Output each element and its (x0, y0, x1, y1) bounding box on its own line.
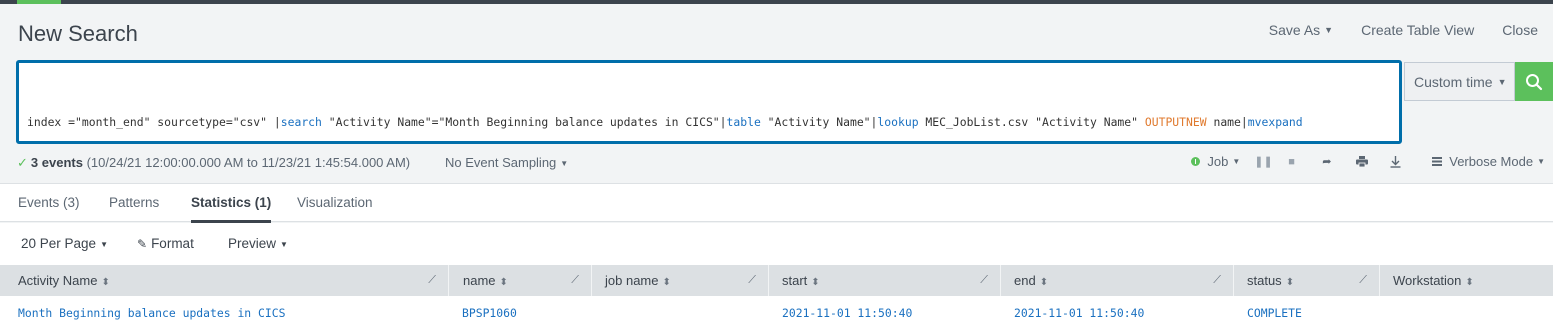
search-button[interactable] (1515, 62, 1553, 101)
results-tabs: Events (3) Patterns Statistics (1) Visua… (0, 184, 1553, 223)
share-icon[interactable]: ➦ (1322, 155, 1342, 168)
job-menu-label: Job (1207, 154, 1229, 169)
edit-column-icon[interactable]: ⟋ (980, 265, 988, 296)
preview-label: Preview (228, 236, 277, 251)
tab-statistics[interactable]: Statistics (1) (191, 195, 272, 223)
column-header-label: job name (605, 273, 659, 288)
caret-down-icon: ▼ (1232, 157, 1241, 166)
table-header: Activity Name ⬍ ⟋ name ⬍ ⟋ job name ⬍ ⟋ start ⬍… (0, 265, 1553, 296)
save-as-menu[interactable]: Save As ▼ (1241, 22, 1333, 38)
search-icon (1526, 73, 1543, 90)
per-page-label: 20 Per Page (21, 236, 97, 251)
table-row: Month Beginning balance updates in CICS … (0, 296, 1553, 329)
cell-name[interactable]: BPSP1060 (462, 306, 517, 320)
search-keyword: search (280, 115, 322, 129)
column-header-activity-name[interactable]: Activity Name ⬍ ⟋ (0, 265, 449, 296)
sort-icon: ⬍ (1465, 277, 1474, 288)
column-header-name[interactable]: name ⬍ ⟋ (449, 265, 592, 296)
tab-events[interactable]: Events (3) (18, 195, 80, 210)
search-query-editor[interactable]: index ="month_end" sourcetype="csv" |sea… (16, 60, 1402, 144)
pause-icon[interactable]: ❚❚ (1254, 155, 1274, 168)
column-header-workstation[interactable]: Workstation ⬍ (1380, 265, 1553, 296)
create-table-view-button[interactable]: Create Table View (1361, 22, 1474, 38)
column-header-label: Workstation (1393, 273, 1462, 288)
event-count-status: ✓ 3 events (10/24/21 12:00:00.000 AM to 1… (17, 155, 410, 171)
search-keyword: OUTPUTNEW (1144, 115, 1207, 129)
sort-icon: ⬍ (662, 277, 671, 288)
search-text: name| (1206, 115, 1248, 129)
close-button[interactable]: Close (1502, 22, 1538, 38)
caret-down-icon: ▼ (1537, 157, 1545, 166)
event-count: 3 events (30, 155, 83, 170)
tab-visualization[interactable]: Visualization (297, 195, 373, 210)
cell-activity-name[interactable]: Month Beginning balance updates in CICS (18, 306, 285, 320)
format-menu[interactable]: ✎ Format (137, 236, 194, 251)
cell-start[interactable]: 2021-11-01 11:50:40 (782, 306, 912, 320)
sort-icon: ⬍ (101, 277, 110, 288)
search-text: index ="month_end" sourcetype="csv" | (27, 115, 281, 129)
caret-down-icon: ▼ (1324, 25, 1334, 35)
tab-patterns[interactable]: Patterns (109, 195, 159, 210)
edit-column-icon[interactable]: ⟋ (428, 265, 436, 296)
sort-icon: ⬍ (811, 277, 820, 288)
stop-icon[interactable]: ■ (1288, 156, 1308, 168)
search-keyword: table (726, 115, 761, 129)
edit-column-icon[interactable]: ⟋ (748, 265, 756, 296)
column-header-label: Activity Name (18, 273, 98, 288)
event-sampling-menu[interactable]: No Event Sampling ▼ (445, 155, 568, 170)
app-top-bar-highlight (17, 0, 61, 4)
column-header-status[interactable]: status ⬍ ⟋ (1234, 265, 1380, 296)
search-mode-label: Verbose Mode (1449, 154, 1534, 169)
event-time-range: (10/24/21 12:00:00.000 AM to 11/23/21 1:… (86, 155, 411, 170)
export-icon[interactable] (1390, 155, 1410, 168)
caret-down-icon: ▼ (560, 159, 569, 168)
list-icon (1432, 157, 1443, 166)
search-keyword: mvexpand (1247, 115, 1303, 129)
column-header-label: start (782, 273, 808, 288)
checkmark-icon: ✓ (17, 155, 28, 170)
column-header-start[interactable]: start ⬍ ⟋ (769, 265, 1001, 296)
search-text: "Activity Name"="Month Beginning balance… (321, 115, 727, 129)
job-controls: Job ▼ ❚❚ ■ ➦ Verbose Mode ▼ (1177, 154, 1545, 169)
preview-menu[interactable]: Preview ▼ (228, 236, 288, 251)
per-page-menu[interactable]: 20 Per Page ▼ (21, 236, 108, 251)
sort-icon: ⬍ (499, 277, 508, 288)
column-header-job-name[interactable]: job name ⬍ ⟋ (592, 265, 769, 296)
column-header-label: name (463, 273, 496, 288)
edit-column-icon[interactable]: ⟋ (1359, 265, 1367, 296)
time-range-label: Custom time (1414, 73, 1493, 90)
edit-column-icon[interactable]: ⟋ (571, 265, 579, 296)
page-title: New Search (18, 21, 138, 46)
job-status-icon (1191, 157, 1201, 166)
print-icon[interactable] (1356, 156, 1376, 167)
time-range-picker[interactable]: Custom time ▼ (1404, 62, 1515, 101)
caret-down-icon: ▼ (280, 240, 288, 249)
table-options-bar: 20 Per Page ▼ ✎ Format Preview ▼ (0, 223, 1553, 265)
column-header-label: status (1247, 273, 1282, 288)
caret-down-icon: ▼ (1497, 76, 1507, 87)
column-header-end[interactable]: end ⬍ ⟋ (1001, 265, 1234, 296)
cell-status[interactable]: COMPLETE (1247, 306, 1302, 320)
job-menu[interactable]: Job ▼ (1191, 154, 1240, 169)
search-keyword: lookup (877, 115, 919, 129)
sort-icon: ⬍ (1285, 277, 1295, 288)
cell-end[interactable]: 2021-11-01 11:50:40 (1014, 306, 1144, 320)
save-as-label: Save As (1268, 22, 1321, 38)
search-text: MEC_JobList.csv "Activity Name" (918, 115, 1145, 129)
column-header-label: end (1014, 273, 1036, 288)
search-text: "Activity Name"| (760, 115, 878, 129)
format-label: Format (151, 236, 194, 251)
edit-column-icon[interactable]: ⟋ (1213, 265, 1221, 296)
caret-down-icon: ▼ (100, 240, 108, 249)
pencil-icon: ✎ (137, 237, 148, 251)
app-top-bar (0, 0, 1553, 4)
search-line-1: index ="month_end" sourcetype="csv" |sea… (27, 112, 1391, 133)
search-mode-menu[interactable]: Verbose Mode ▼ (1432, 154, 1545, 169)
header-actions: Save As ▼ Create Table View Close (1213, 22, 1538, 38)
sort-icon: ⬍ (1039, 277, 1049, 288)
event-sampling-label: No Event Sampling (445, 155, 557, 170)
